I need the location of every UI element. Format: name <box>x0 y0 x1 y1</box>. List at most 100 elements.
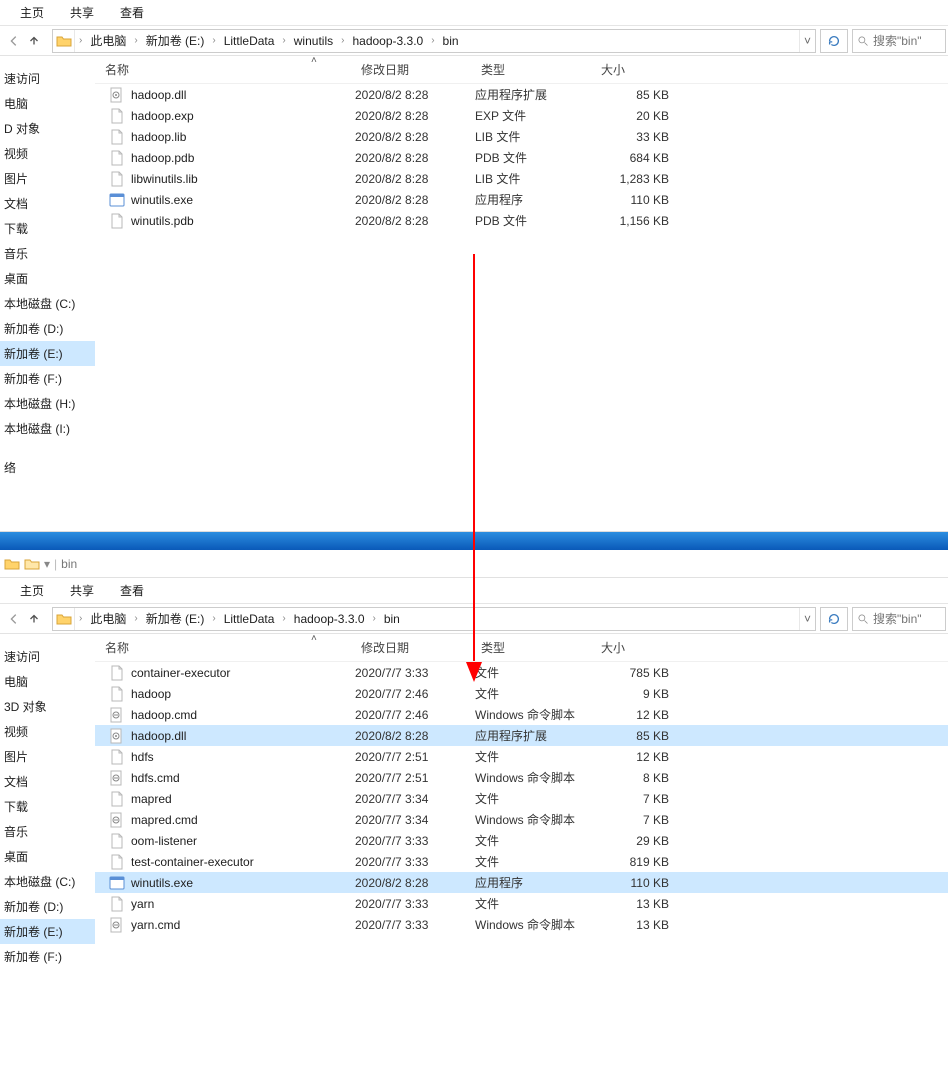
col-date[interactable]: 修改日期 <box>355 61 475 78</box>
window-titlebar: ▾ | bin <box>0 550 948 578</box>
nav-item[interactable]: 下载 <box>0 216 95 241</box>
nav-item[interactable]: 视频 <box>0 719 95 744</box>
col-size[interactable]: 大小 <box>595 61 675 78</box>
nav-item[interactable]: 本地磁盘 (H:) <box>0 391 95 416</box>
tab-share[interactable]: 共享 <box>70 4 94 21</box>
file-row[interactable]: libwinutils.lib2020/8/2 8:28LIB 文件1,283 … <box>95 168 948 189</box>
nav-item[interactable]: 本地磁盘 (I:) <box>0 416 95 441</box>
nav-item[interactable]: 文档 <box>0 769 95 794</box>
nav-item[interactable]: 新加卷 (E:) <box>0 341 95 366</box>
nav-item[interactable]: 新加卷 (F:) <box>0 366 95 391</box>
file-row[interactable]: hadoop.dll2020/8/2 8:28应用程序扩展85 KB <box>95 84 948 105</box>
nav-item[interactable]: 视频 <box>0 141 95 166</box>
bc2-p2[interactable]: hadoop-3.3.0 <box>290 612 369 626</box>
file-row[interactable]: hadoop.exp2020/8/2 8:28EXP 文件20 KB <box>95 105 948 126</box>
nav-item[interactable]: 音乐 <box>0 241 95 266</box>
nav-item[interactable]: D 对象 <box>0 116 95 141</box>
file-row[interactable]: yarn2020/7/7 3:33文件13 KB <box>95 893 948 914</box>
bc-vol[interactable]: 新加卷 (E:) <box>142 32 209 49</box>
tab-view-2[interactable]: 查看 <box>120 582 144 599</box>
nav-item[interactable]: 新加卷 (D:) <box>0 316 95 341</box>
file-row[interactable]: hadoop.dll2020/8/2 8:28应用程序扩展85 KB <box>95 725 948 746</box>
file-row[interactable]: mapred.cmd2020/7/7 3:34Windows 命令脚本7 KB <box>95 809 948 830</box>
nav-item[interactable]: 新加卷 (D:) <box>0 894 95 919</box>
nav-item[interactable]: 图片 <box>0 744 95 769</box>
nav-up-icon[interactable] <box>26 33 42 49</box>
nav-item[interactable]: 桌面 <box>0 266 95 291</box>
file-row[interactable]: hdfs2020/7/7 2:51文件12 KB <box>95 746 948 767</box>
file-row[interactable]: oom-listener2020/7/7 3:33文件29 KB <box>95 830 948 851</box>
nav-back-icon[interactable] <box>6 33 22 49</box>
file-date: 2020/7/7 3:34 <box>355 813 475 827</box>
nav-item[interactable]: 下载 <box>0 794 95 819</box>
file-type-icon <box>109 812 125 828</box>
nav-pane-bottom[interactable]: 速访问电脑3D 对象视频图片文档下载音乐桌面本地磁盘 (C:)新加卷 (D:)新… <box>0 634 95 969</box>
qat-dropdown-icon[interactable]: ▾ <box>44 557 50 571</box>
file-row[interactable]: hdfs.cmd2020/7/7 2:51Windows 命令脚本8 KB <box>95 767 948 788</box>
nav-item[interactable]: 速访问 <box>0 644 95 669</box>
file-row[interactable]: container-executor2020/7/7 3:33文件785 KB <box>95 662 948 683</box>
col-date-2[interactable]: 修改日期 <box>355 639 475 656</box>
file-size: 13 KB <box>595 897 675 911</box>
search-input-2[interactable] <box>873 612 941 626</box>
nav-item[interactable]: 电脑 <box>0 91 95 116</box>
nav-item[interactable]: 本地磁盘 (C:) <box>0 291 95 316</box>
col-type-2[interactable]: 类型 <box>475 639 595 656</box>
file-list-top[interactable]: hadoop.dll2020/8/2 8:28应用程序扩展85 KBhadoop… <box>95 84 948 231</box>
file-row[interactable]: winutils.exe2020/8/2 8:28应用程序110 KB <box>95 872 948 893</box>
body-row-bottom: 速访问电脑3D 对象视频图片文档下载音乐桌面本地磁盘 (C:)新加卷 (D:)新… <box>0 634 948 969</box>
bc-p1[interactable]: LittleData <box>220 34 279 48</box>
file-type: 应用程序 <box>475 874 595 891</box>
tab-home-2[interactable]: 主页 <box>20 582 44 599</box>
nav-item[interactable]: 图片 <box>0 166 95 191</box>
nav-item[interactable]: 桌面 <box>0 844 95 869</box>
file-row[interactable]: hadoop.cmd2020/7/7 2:46Windows 命令脚本12 KB <box>95 704 948 725</box>
nav-item[interactable]: 3D 对象 <box>0 694 95 719</box>
refresh-button-2[interactable] <box>820 607 848 631</box>
chevron-down-icon[interactable]: ˅ <box>799 30 815 52</box>
col-size-2[interactable]: 大小 <box>595 639 675 656</box>
file-name: yarn.cmd <box>131 918 180 932</box>
bc2-pc[interactable]: 此电脑 <box>86 610 130 627</box>
address-bar-2[interactable]: › 此电脑› 新加卷 (E:)› LittleData› hadoop-3.3.… <box>52 607 816 631</box>
file-row[interactable]: hadoop2020/7/7 2:46文件9 KB <box>95 683 948 704</box>
refresh-button[interactable] <box>820 29 848 53</box>
nav-pane-top[interactable]: 速访问电脑D 对象视频图片文档下载音乐桌面本地磁盘 (C:)新加卷 (D:)新加… <box>0 56 95 531</box>
bc-pc[interactable]: 此电脑 <box>86 32 130 49</box>
file-row[interactable]: test-container-executor2020/7/7 3:33文件81… <box>95 851 948 872</box>
chevron-down-icon-2[interactable]: ˅ <box>799 608 815 630</box>
file-row[interactable]: hadoop.pdb2020/8/2 8:28PDB 文件684 KB <box>95 147 948 168</box>
tab-view[interactable]: 查看 <box>120 4 144 21</box>
nav-item[interactable]: 速访问 <box>0 66 95 91</box>
tab-share-2[interactable]: 共享 <box>70 582 94 599</box>
address-bar[interactable]: › 此电脑› 新加卷 (E:)› LittleData› winutils› h… <box>52 29 816 53</box>
nav-item[interactable]: 络 <box>0 455 95 480</box>
nav-back-icon-2[interactable] <box>6 611 22 627</box>
nav-item[interactable]: 音乐 <box>0 819 95 844</box>
file-row[interactable]: winutils.exe2020/8/2 8:28应用程序110 KB <box>95 189 948 210</box>
bc-p2[interactable]: winutils <box>290 34 337 48</box>
bc-p3[interactable]: hadoop-3.3.0 <box>348 34 427 48</box>
file-list-bottom[interactable]: container-executor2020/7/7 3:33文件785 KBh… <box>95 662 948 935</box>
nav-up-icon-2[interactable] <box>26 611 42 627</box>
nav-item[interactable]: 新加卷 (F:) <box>0 944 95 969</box>
bc2-p1[interactable]: LittleData <box>220 612 279 626</box>
nav-item[interactable]: 文档 <box>0 191 95 216</box>
file-type-icon <box>109 686 125 702</box>
bc-p4[interactable]: bin <box>439 34 463 48</box>
tab-home[interactable]: 主页 <box>20 4 44 21</box>
col-type[interactable]: 类型 <box>475 61 595 78</box>
bc2-vol[interactable]: 新加卷 (E:) <box>142 610 209 627</box>
file-type-icon <box>109 171 125 187</box>
search-input[interactable] <box>873 34 941 48</box>
file-row[interactable]: hadoop.lib2020/8/2 8:28LIB 文件33 KB <box>95 126 948 147</box>
file-row[interactable]: yarn.cmd2020/7/7 3:33Windows 命令脚本13 KB <box>95 914 948 935</box>
bc2-p3[interactable]: bin <box>380 612 404 626</box>
nav-item[interactable]: 新加卷 (E:) <box>0 919 95 944</box>
nav-item[interactable]: 本地磁盘 (C:) <box>0 869 95 894</box>
search-box-2[interactable] <box>852 607 946 631</box>
file-row[interactable]: winutils.pdb2020/8/2 8:28PDB 文件1,156 KB <box>95 210 948 231</box>
file-row[interactable]: mapred2020/7/7 3:34文件7 KB <box>95 788 948 809</box>
nav-item[interactable]: 电脑 <box>0 669 95 694</box>
search-box[interactable] <box>852 29 946 53</box>
